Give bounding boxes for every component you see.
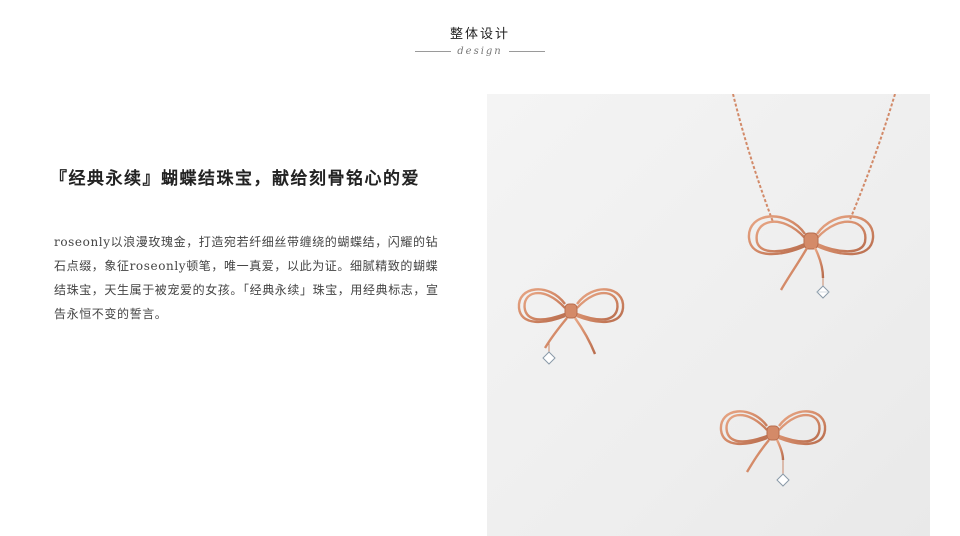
left-earring-diamond [542,342,556,365]
product-photo [487,94,930,536]
headline: 『经典永续』蝴蝶结珠宝，献给刻骨铭心的爱 [50,169,420,189]
right-divider [508,51,545,52]
page: 整体设计 design 『经典永续』蝴蝶结珠宝，献给刻骨铭心的爱 roseonl… [0,0,960,536]
section-subtitle: design [0,46,960,57]
left-divider [415,51,452,52]
necklace-bow [747,215,875,291]
section-subtitle-text: design [457,46,503,57]
right-earring-bow [719,410,827,473]
section-title: 整体设计 [449,27,510,42]
jewelry-illustration [517,94,896,487]
necklace-chain [732,94,896,223]
necklace-diamond [816,285,830,299]
description-paragraph: roseonly以浪漫玫瑰金，打造宛若纤细丝带缠绕的蝴蝶结，闪耀的钻石点缀，象征… [54,235,439,321]
section-header: 整体设计 design [0,26,960,57]
left-earring-bow [517,288,625,355]
right-earring-diamond [776,460,790,487]
